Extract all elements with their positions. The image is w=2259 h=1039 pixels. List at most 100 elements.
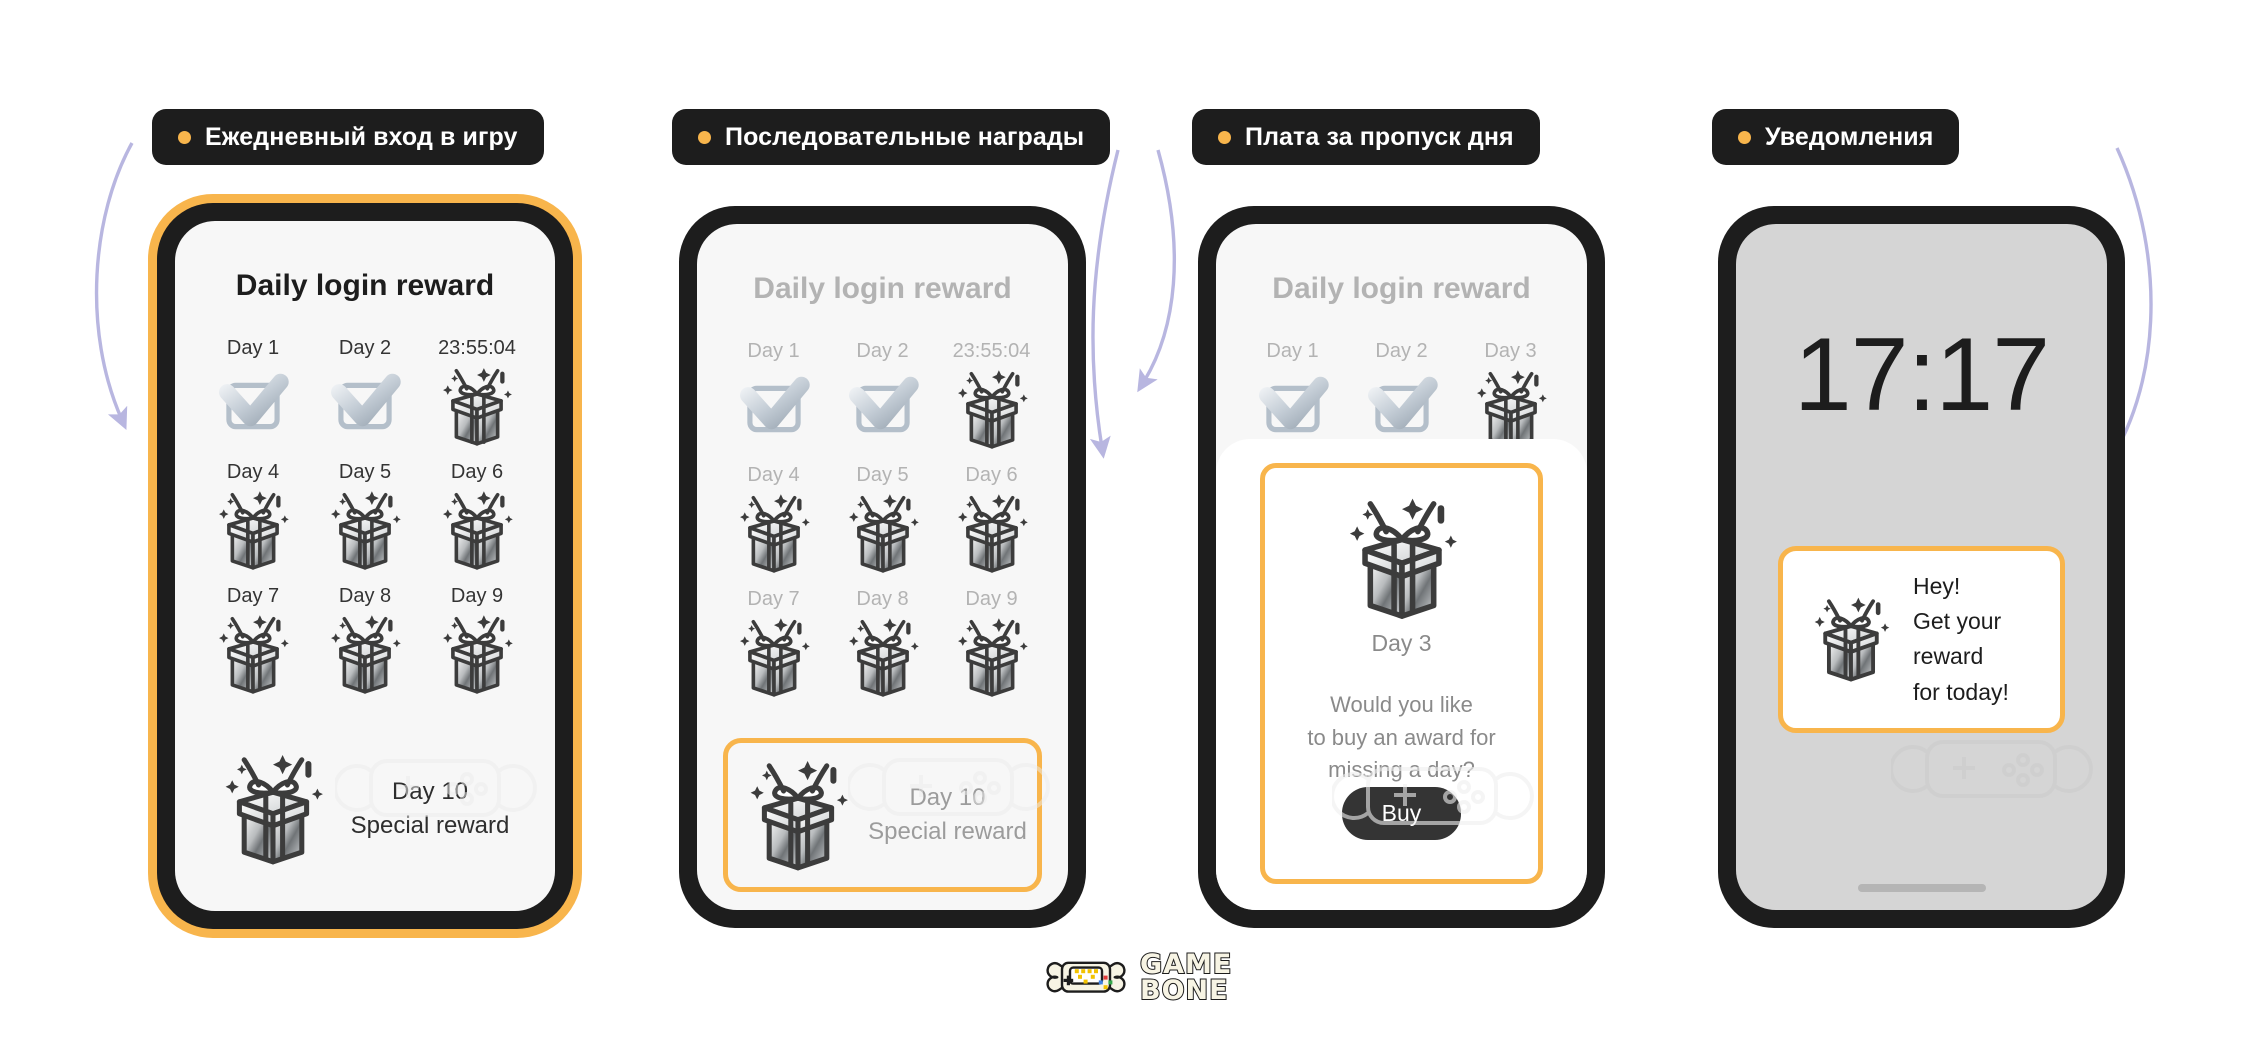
reward-cell[interactable]: Day 6 — [421, 461, 533, 573]
bullet-dot-icon — [178, 130, 191, 144]
reward-cell-label: Day 6 — [450, 461, 504, 483]
check-icon — [840, 366, 926, 452]
reward-cell-label: Day 2 — [856, 340, 909, 362]
reward-cell[interactable]: Day 9 — [421, 585, 533, 697]
arrow-phone2-to-p3 — [1089, 149, 1120, 459]
reward-cell-label: Day 1 — [226, 337, 280, 359]
screen-miss-day: Daily login reward Day 1 Day 2 Day 3 Day… — [1216, 224, 1587, 910]
reward-cell-active[interactable]: 23:55:04 — [937, 340, 1046, 452]
reward-grid: Day 1 Day 2 — [175, 337, 555, 697]
phone-lock-screen: 17:17 Hey! Get your reward for today! — [1718, 206, 2125, 928]
special-reward-day: Day 10 — [909, 783, 986, 811]
reward-cell-label: Day 8 — [338, 585, 392, 607]
notification-text: Hey! Get your reward for today! — [1913, 573, 2009, 705]
bullet-dot-icon — [698, 130, 711, 144]
gift-icon — [949, 614, 1035, 700]
countdown-label: 23:55:04 — [952, 340, 1031, 362]
phone-streak-reward: Daily login reward Day 1 Day 2 23:55:04 … — [679, 206, 1086, 928]
reward-cell[interactable]: Day 1 — [719, 340, 828, 452]
reward-cell[interactable]: Day 4 — [197, 461, 309, 573]
reward-grid: Day 1 Day 2 — [697, 340, 1068, 700]
reward-cell-label: Day 5 — [338, 461, 392, 483]
reward-notification[interactable]: Hey! Get your reward for today! — [1778, 546, 2065, 733]
phone-daily-login: Daily login reward Day 1 Day 2 23:55:04 … — [157, 203, 573, 929]
reward-cell-label: Day 9 — [965, 588, 1018, 610]
reward-cell[interactable]: Day 2 — [309, 337, 421, 449]
reward-cell-label: Day 8 — [856, 588, 909, 610]
gift-icon — [434, 487, 520, 573]
modal-backdrop-sheet: Day 3 Would you like to buy an award for… — [1216, 439, 1587, 910]
bullet-dot-icon — [1738, 130, 1751, 144]
screen-lock: 17:17 Hey! Get your reward for today! — [1736, 224, 2107, 910]
reward-cell-label: Day 2 — [1375, 340, 1428, 362]
gift-icon — [738, 755, 858, 875]
special-reward-label: Special reward — [350, 812, 510, 839]
reward-cell[interactable]: Day 2 — [1347, 340, 1456, 452]
reward-cell[interactable]: Day 1 — [197, 337, 309, 449]
reward-cell-label: Day 9 — [450, 585, 504, 607]
home-indicator[interactable] — [1857, 884, 1986, 892]
reward-grid: Day 1 Day 2 — [1216, 340, 1587, 452]
special-reward-label: Special reward — [868, 818, 1027, 845]
gamepad-bone-logo-icon — [1046, 961, 1126, 993]
screen-title: Daily login reward — [753, 272, 1012, 305]
modal-question: Would you like to buy an award for missi… — [1307, 692, 1496, 783]
section-pill-miss-day-fee: Плата за пропуск дня — [1192, 109, 1540, 165]
section-pill-notifications: Уведомления — [1712, 109, 1960, 165]
reward-cell[interactable]: Day 8 — [309, 585, 421, 697]
section-label: Уведомления — [1765, 122, 1934, 151]
screen-title: Daily login reward — [1272, 272, 1531, 305]
reward-cell[interactable]: Day 2 — [828, 340, 937, 452]
reward-cell[interactable]: Day 4 — [719, 464, 828, 576]
buy-reward-modal: Day 3 Would you like to buy an award for… — [1260, 463, 1543, 884]
check-icon — [731, 366, 817, 452]
special-reward-text: Day 10 Special reward — [868, 781, 1027, 849]
brand-wordmark: GAME BONE — [1139, 950, 1232, 1005]
reward-cell-label: Day 2 — [338, 337, 392, 359]
reward-cell-label: Day 1 — [1266, 340, 1319, 362]
countdown-label: 23:55:04 — [438, 337, 516, 359]
section-pill-daily-login: Ежедневный вход в игру — [152, 109, 544, 165]
reward-cell-label: Day 7 — [226, 585, 280, 607]
gift-icon — [840, 490, 926, 576]
gift-icon — [949, 490, 1035, 576]
reward-cell[interactable]: Day 1 — [1238, 340, 1347, 452]
reward-cell[interactable]: Day 5 — [309, 461, 421, 573]
special-reward-row-highlighted[interactable]: Day 10 Special reward — [723, 738, 1042, 892]
bullet-dot-icon — [1218, 130, 1231, 144]
buy-button[interactable]: Buy — [1341, 786, 1462, 840]
gift-icon — [731, 490, 817, 576]
section-label: Последовательные награды — [725, 122, 1085, 151]
special-reward-text: Day 10 Special reward — [343, 775, 517, 843]
reward-cell-label: Day 4 — [747, 464, 800, 486]
reward-cell[interactable]: Day 9 — [937, 588, 1046, 700]
arrow-into-phone1 — [94, 142, 134, 430]
lock-clock: 17:17 — [1793, 317, 2050, 433]
reward-cell-label: Day 1 — [747, 340, 800, 362]
reward-cell-label: Day 7 — [747, 588, 800, 610]
reward-cell[interactable]: Day 6 — [937, 464, 1046, 576]
special-reward-day: Day 10 — [391, 777, 469, 805]
reward-cell[interactable]: Day 8 — [828, 588, 937, 700]
gift-icon — [1336, 492, 1468, 624]
reward-cell[interactable]: Day 7 — [197, 585, 309, 697]
reward-cell[interactable]: Day 3 — [1456, 340, 1565, 452]
reward-cell[interactable]: Day 5 — [828, 464, 937, 576]
arrow-phone3-to-p2 — [1137, 149, 1176, 393]
reward-cell-label: Day 6 — [965, 464, 1018, 486]
phone-miss-day: Daily login reward Day 1 Day 2 Day 3 Day… — [1198, 206, 1605, 928]
gift-icon — [840, 614, 926, 700]
gift-icon — [434, 611, 520, 697]
special-reward-row[interactable]: Day 10 Special reward — [201, 735, 529, 883]
modal-day-label: Day 3 — [1371, 630, 1432, 656]
gift-icon — [731, 614, 817, 700]
gift-icon — [1805, 593, 1897, 685]
brand-logo: GAME BONE — [1046, 950, 1232, 1006]
section-pill-streak-reward: Последовательные награды — [672, 109, 1111, 165]
reward-cell-active[interactable]: 23:55:04 — [421, 337, 533, 449]
screen-title: Daily login reward — [235, 269, 495, 302]
reward-cell[interactable]: Day 7 — [719, 588, 828, 700]
reward-cell-label: Day 5 — [856, 464, 909, 486]
poster-canvas: Ежедневный вход в игру Daily login rewar… — [0, 0, 2259, 1039]
gift-icon — [434, 363, 520, 449]
